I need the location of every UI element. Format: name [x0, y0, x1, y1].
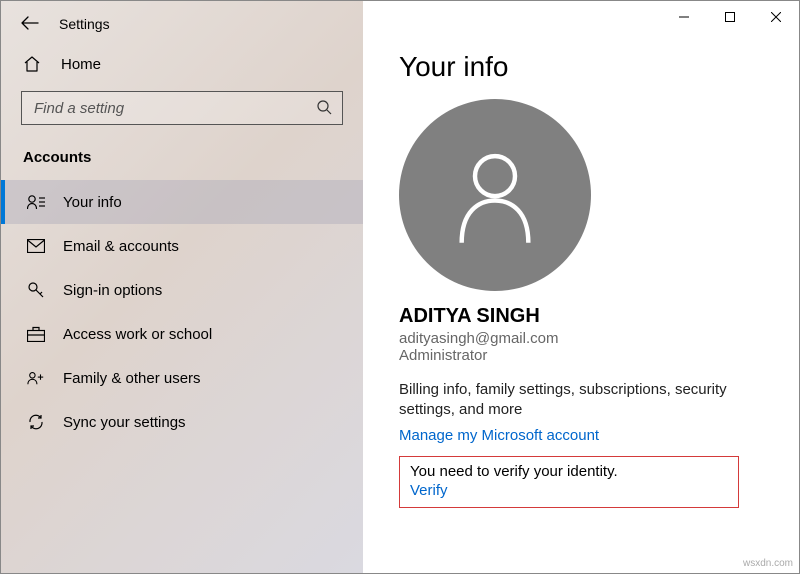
- minimize-icon: [679, 12, 689, 22]
- sidebar-item-signin-options[interactable]: Sign-in options: [1, 268, 363, 312]
- window-title: Settings: [59, 16, 110, 32]
- search-icon: [316, 99, 332, 118]
- verify-identity-box: You need to verify your identity. Verify: [399, 456, 739, 508]
- section-header: Accounts: [1, 139, 363, 180]
- sidebar-item-sync-settings[interactable]: Sync your settings: [1, 400, 363, 444]
- verify-message: You need to verify your identity.: [410, 463, 728, 480]
- email-icon: [27, 237, 45, 255]
- maximize-icon: [725, 12, 735, 22]
- home-icon: [23, 55, 41, 73]
- sidebar-item-family-users[interactable]: Family & other users: [1, 356, 363, 400]
- sidebar-item-work-school[interactable]: Access work or school: [1, 312, 363, 356]
- content-pane: Your info ADITYA SINGH adityasingh@gmail…: [363, 1, 799, 573]
- settings-window: Settings Home Accounts: [0, 0, 800, 574]
- verify-link[interactable]: Verify: [410, 482, 448, 499]
- avatar-icon: [450, 145, 540, 245]
- watermark: wsxdn.com: [743, 558, 793, 569]
- window-titlebar: [661, 1, 799, 33]
- briefcase-icon: [27, 325, 45, 343]
- page-title: Your info: [399, 51, 771, 83]
- sync-icon: [27, 413, 45, 431]
- sidebar-item-label: Access work or school: [63, 326, 212, 343]
- sidebar-item-email-accounts[interactable]: Email & accounts: [1, 224, 363, 268]
- sidebar-item-label: Sync your settings: [63, 414, 186, 431]
- back-arrow-icon: [21, 16, 39, 30]
- sidebar-item-label: Family & other users: [63, 370, 201, 387]
- display-name: ADITYA SINGH: [399, 305, 771, 328]
- avatar: [399, 99, 591, 291]
- back-button[interactable]: [21, 15, 39, 33]
- close-icon: [771, 12, 781, 22]
- key-icon: [27, 281, 45, 299]
- sidebar-item-your-info[interactable]: Your info: [1, 180, 363, 224]
- home-label: Home: [61, 56, 101, 73]
- home-nav[interactable]: Home: [1, 43, 363, 85]
- manage-account-link[interactable]: Manage my Microsoft account: [399, 427, 599, 444]
- sidebar-item-label: Sign-in options: [63, 282, 162, 299]
- your-info-icon: [27, 193, 45, 211]
- sidebar-item-label: Email & accounts: [63, 238, 179, 255]
- account-description: Billing info, family settings, subscript…: [399, 380, 769, 421]
- user-email: adityasingh@gmail.com: [399, 330, 771, 347]
- sidebar-item-label: Your info: [63, 194, 122, 211]
- close-button[interactable]: [753, 1, 799, 33]
- people-icon: [27, 369, 45, 387]
- search-box[interactable]: [21, 91, 343, 125]
- minimize-button[interactable]: [661, 1, 707, 33]
- search-input[interactable]: [32, 99, 316, 118]
- user-role: Administrator: [399, 347, 771, 364]
- maximize-button[interactable]: [707, 1, 753, 33]
- sidebar: Settings Home Accounts: [1, 1, 363, 573]
